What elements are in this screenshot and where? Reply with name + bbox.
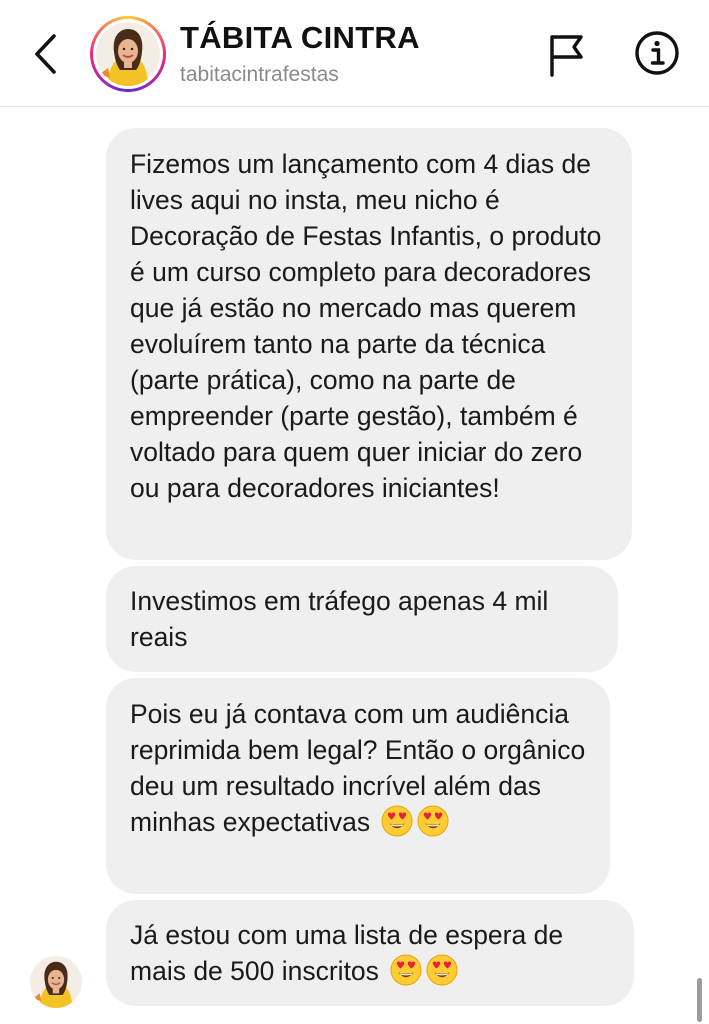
message-bubble[interactable]: Já estou com uma lista de espera de mais…	[106, 900, 634, 1006]
message-text: Pois eu já contava com um audiência repr…	[130, 699, 586, 837]
message-bubble[interactable]: Fizemos um lançamento com 4 dias de live…	[106, 128, 632, 560]
chat-header: TÁBITA CINTRA tabitacintrafestas	[0, 0, 709, 107]
report-button[interactable]	[544, 28, 590, 80]
heart-eyes-emoji	[390, 954, 422, 986]
scrollbar[interactable]	[697, 978, 702, 1022]
direct-message-screen: TÁBITA CINTRA tabitacintrafestas Fizemos…	[0, 0, 709, 1024]
flag-icon	[550, 35, 583, 77]
profile-name[interactable]: TÁBITA CINTRA	[180, 20, 420, 56]
heart-eyes-emoji	[417, 805, 449, 837]
heart-eyes-emoji	[426, 954, 458, 986]
profile-avatar[interactable]	[90, 16, 166, 92]
message-text: Fizemos um lançamento com 4 dias de live…	[130, 149, 602, 503]
sender-avatar[interactable]	[30, 956, 82, 1008]
avatar-photo	[96, 22, 160, 86]
info-button[interactable]	[632, 28, 682, 78]
message-text: Já estou com uma lista de espera de mais…	[130, 920, 564, 986]
info-icon	[635, 31, 679, 75]
message-bubble[interactable]: Investimos em tráfego apenas 4 mil reais	[106, 566, 618, 672]
heart-eyes-emoji	[381, 805, 413, 837]
back-button[interactable]	[22, 24, 70, 84]
message-text: Investimos em tráfego apenas 4 mil reais	[130, 586, 549, 652]
chevron-left-icon	[35, 34, 56, 74]
message-bubble[interactable]: Pois eu já contava com um audiência repr…	[106, 678, 610, 894]
profile-handle[interactable]: tabitacintrafestas	[180, 63, 339, 87]
